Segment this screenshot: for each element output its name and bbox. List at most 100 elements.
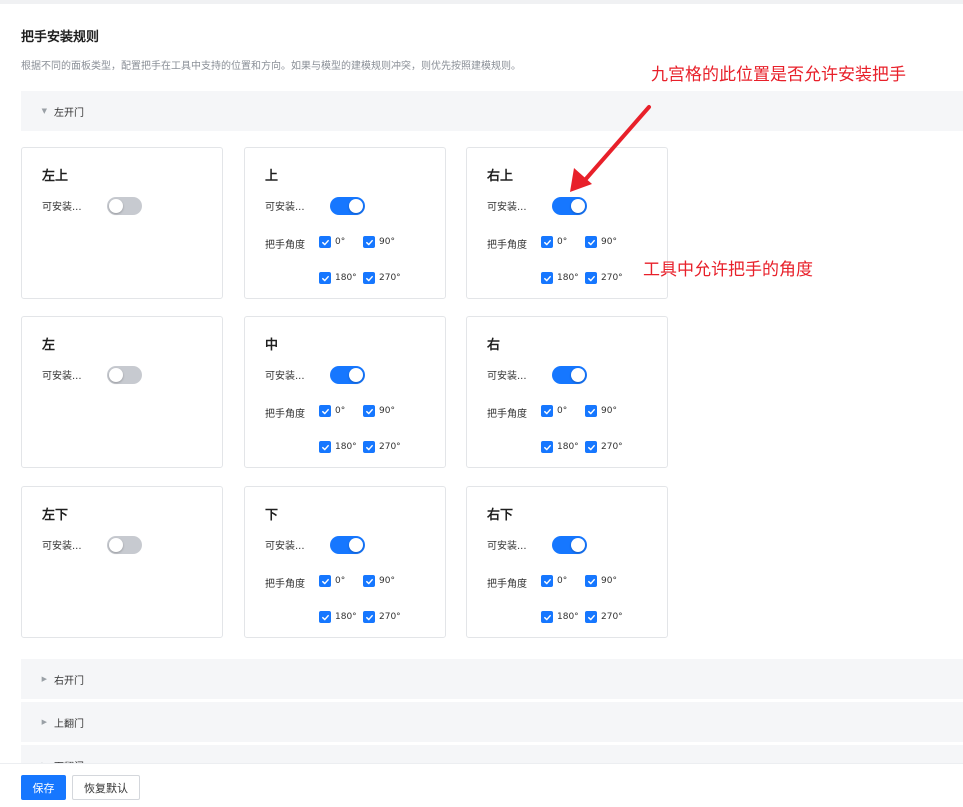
group-label: 上翻门: [54, 718, 84, 730]
angle-checkbox[interactable]: 180°: [319, 272, 357, 284]
allow-install-label: 可安装...: [42, 541, 82, 552]
chevron-down-icon: ▼: [41, 107, 47, 115]
checkbox-check-icon: [541, 272, 553, 284]
angle-checkbox[interactable]: 0°: [541, 236, 567, 248]
angle-checkbox[interactable]: 0°: [319, 405, 345, 417]
checkbox-check-icon: [541, 611, 553, 623]
handle-angle-label: 把手角度: [265, 579, 305, 590]
angle-checkbox[interactable]: 0°: [319, 236, 345, 248]
section-title: 把手安装规则: [21, 30, 100, 45]
angle-option-label: 270°: [379, 612, 401, 622]
allow-install-label: 可安装...: [42, 371, 82, 382]
angle-checkbox[interactable]: 90°: [585, 575, 617, 587]
allow-install-label: 可安装...: [265, 202, 305, 213]
checkbox-check-icon: [363, 272, 375, 284]
angle-checkbox[interactable]: 270°: [363, 611, 401, 623]
checkbox-check-icon: [363, 441, 375, 453]
cell-title: 左上: [42, 169, 69, 184]
angle-option-label: 0°: [557, 576, 568, 586]
allow-install-toggle[interactable]: [552, 536, 587, 554]
checkbox-check-icon: [585, 405, 597, 417]
angle-checkbox[interactable]: 270°: [363, 272, 401, 284]
angle-checkbox[interactable]: 0°: [319, 575, 345, 587]
angle-checkbox[interactable]: 180°: [541, 611, 579, 623]
handle-angle-label: 把手角度: [265, 240, 305, 251]
grid-cell-card: 右可安装... 把手角度 0° 90° 180° 270°: [466, 316, 668, 468]
cell-title: 中: [265, 338, 279, 353]
angle-option-label: 0°: [335, 576, 346, 586]
angle-option-label: 180°: [557, 273, 579, 283]
angle-checkbox[interactable]: 0°: [541, 575, 567, 587]
allow-install-label: 可安装...: [487, 541, 527, 552]
allow-install-toggle[interactable]: [330, 366, 365, 384]
angle-checkbox[interactable]: 90°: [363, 575, 395, 587]
angle-checkbox[interactable]: 270°: [585, 611, 623, 623]
cell-title: 左下: [42, 508, 69, 523]
angle-checkbox[interactable]: 270°: [585, 441, 623, 453]
angle-option-label: 180°: [557, 612, 579, 622]
toggle-knob: [571, 368, 585, 382]
angle-option-label: 270°: [601, 442, 623, 452]
angle-checkbox[interactable]: 180°: [319, 441, 357, 453]
toggle-knob: [349, 199, 363, 213]
allow-install-label: 可安装...: [487, 371, 527, 382]
angle-checkbox[interactable]: 180°: [319, 611, 357, 623]
toggle-knob: [109, 538, 123, 552]
checkbox-check-icon: [319, 236, 331, 248]
angle-option-label: 90°: [601, 237, 617, 247]
angle-option-label: 90°: [601, 576, 617, 586]
cell-title: 右上: [487, 169, 514, 184]
angle-option-label: 90°: [379, 576, 395, 586]
checkbox-check-icon: [585, 611, 597, 623]
allow-install-toggle[interactable]: [552, 366, 587, 384]
section-description: 根据不同的面板类型，配置把手在工具中支持的位置和方向。如果与模型的建模规则冲突，…: [21, 61, 521, 72]
chevron-right-icon: ▶: [41, 675, 47, 683]
allow-install-toggle[interactable]: [107, 536, 142, 554]
grid-cell-card: 左上可安装...: [21, 147, 223, 299]
group-header-up-flip-door[interactable]: ▶ 上翻门: [21, 702, 963, 742]
group-header-right-door[interactable]: ▶ 右开门: [21, 659, 963, 699]
grid-cell-card: 右下 可安装... 把手角度 0° 90° 180° 270°: [466, 486, 668, 638]
angle-checkbox[interactable]: 270°: [585, 272, 623, 284]
angle-option-label: 0°: [557, 406, 568, 416]
annotation-angle-note: 工具中允许把手的角度: [643, 260, 813, 280]
checkbox-check-icon: [319, 405, 331, 417]
angle-option-label: 0°: [335, 237, 346, 247]
angle-checkbox[interactable]: 90°: [585, 236, 617, 248]
grid-cell-card: 上可安装... 把手角度 0° 90° 180° 270°: [244, 147, 446, 299]
allow-install-label: 可安装...: [265, 541, 305, 552]
angle-checkbox[interactable]: 90°: [363, 236, 395, 248]
allow-install-toggle[interactable]: [107, 197, 142, 215]
cell-title: 下: [265, 508, 279, 523]
grid-cell-card: 左可安装...: [21, 316, 223, 468]
allow-install-label: 可安装...: [265, 371, 305, 382]
angle-checkbox[interactable]: 180°: [541, 272, 579, 284]
angle-checkbox[interactable]: 90°: [363, 405, 395, 417]
checkbox-check-icon: [319, 575, 331, 587]
angle-option-label: 180°: [335, 612, 357, 622]
handle-angle-label: 把手角度: [265, 409, 305, 420]
allow-install-label: 可安装...: [487, 202, 527, 213]
toggle-knob: [571, 199, 585, 213]
cell-title: 左: [42, 338, 56, 353]
angle-option-label: 180°: [335, 273, 357, 283]
angle-checkbox[interactable]: 180°: [541, 441, 579, 453]
angle-checkbox[interactable]: 270°: [363, 441, 401, 453]
grid-cell-card: 下可安装... 把手角度 0° 90° 180° 270°: [244, 486, 446, 638]
cell-title: 右下: [487, 508, 514, 523]
handle-angle-label: 把手角度: [487, 240, 527, 251]
allow-install-toggle[interactable]: [330, 536, 365, 554]
allow-install-toggle[interactable]: [330, 197, 365, 215]
angle-checkbox[interactable]: 0°: [541, 405, 567, 417]
angle-checkbox[interactable]: 90°: [585, 405, 617, 417]
reset-default-button[interactable]: 恢复默认: [72, 775, 140, 800]
allow-install-toggle[interactable]: [552, 197, 587, 215]
allow-install-toggle[interactable]: [107, 366, 142, 384]
checkbox-check-icon: [585, 441, 597, 453]
allow-install-label: 可安装...: [42, 202, 82, 213]
group-header-left-door[interactable]: ▼ 左开门: [21, 91, 963, 131]
angle-option-label: 90°: [379, 406, 395, 416]
angle-option-label: 180°: [335, 442, 357, 452]
group-label: 左开门: [54, 107, 84, 119]
save-button[interactable]: 保存: [21, 775, 66, 800]
